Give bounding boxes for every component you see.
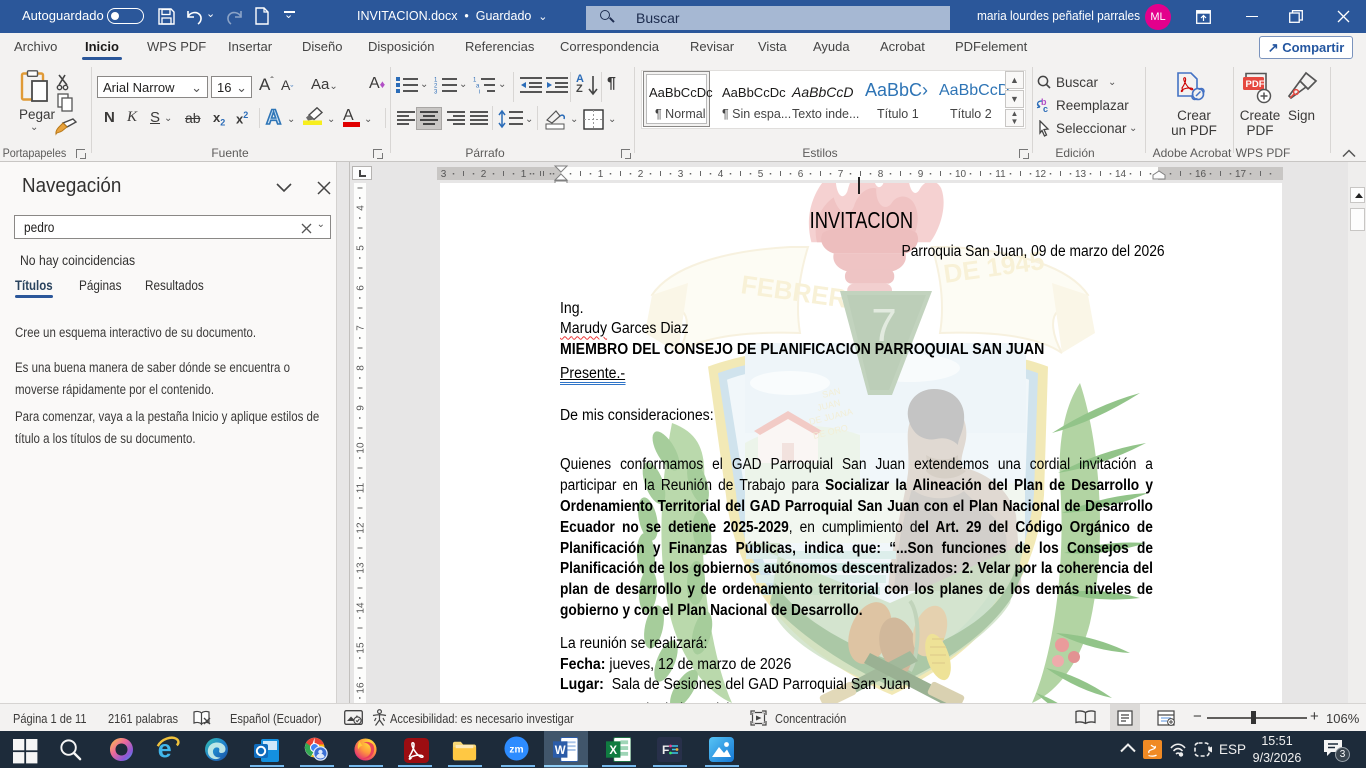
svg-text:3: 3 xyxy=(678,169,684,180)
svg-text:c: c xyxy=(1043,104,1048,113)
svg-text:2: 2 xyxy=(481,169,487,180)
svg-text:6: 6 xyxy=(798,169,804,180)
svg-text:4: 4 xyxy=(718,169,724,180)
svg-text:17: 17 xyxy=(1235,169,1247,180)
svg-text:4: 4 xyxy=(356,205,367,211)
svg-text:3: 3 xyxy=(441,169,447,180)
svg-text:7: 7 xyxy=(356,325,367,331)
svg-text:3: 3 xyxy=(434,90,438,95)
svg-text:16: 16 xyxy=(1195,169,1207,180)
svg-text:5: 5 xyxy=(758,169,764,180)
svg-text:12: 12 xyxy=(356,522,367,534)
svg-text:9: 9 xyxy=(918,169,924,180)
svg-text:PDF: PDF xyxy=(1246,79,1265,90)
svg-text:7: 7 xyxy=(838,169,844,180)
svg-text:11: 11 xyxy=(995,169,1006,180)
svg-text:zm: zm xyxy=(509,745,523,756)
svg-text:9: 9 xyxy=(356,405,367,411)
svg-text:14: 14 xyxy=(1115,169,1127,180)
svg-text:i: i xyxy=(479,90,480,95)
svg-text:6: 6 xyxy=(356,285,367,291)
svg-text:13: 13 xyxy=(356,562,367,574)
svg-text:16: 16 xyxy=(356,682,367,694)
svg-text:12: 12 xyxy=(1035,169,1047,180)
svg-text:1: 1 xyxy=(521,169,527,180)
svg-text:F: F xyxy=(662,743,669,757)
svg-text:10: 10 xyxy=(955,169,967,180)
svg-text:11: 11 xyxy=(356,482,367,493)
svg-text:8: 8 xyxy=(356,365,367,371)
svg-text:10: 10 xyxy=(356,442,367,454)
svg-text:8: 8 xyxy=(878,169,884,180)
svg-text:X: X xyxy=(609,745,617,757)
svg-text:5: 5 xyxy=(356,245,367,251)
svg-text:14: 14 xyxy=(356,602,367,614)
svg-text:2: 2 xyxy=(638,169,644,180)
svg-text:W: W xyxy=(555,745,566,757)
svg-text:15: 15 xyxy=(356,642,367,654)
svg-text:13: 13 xyxy=(1075,169,1087,180)
svg-text:1: 1 xyxy=(598,169,604,180)
